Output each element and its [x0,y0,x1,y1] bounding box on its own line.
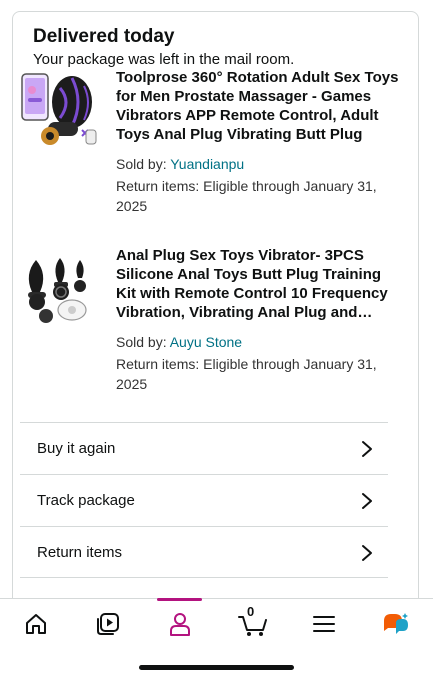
menu-icon [313,616,335,632]
item-details: Anal Plug Sex Toys Vibrator- 3PCS Silico… [116,246,401,394]
seller-link[interactable]: Auyu Stone [170,334,242,350]
sold-by-label: Sold by: [116,334,170,350]
return-items-row[interactable]: Return items [20,526,388,578]
person-icon [170,613,190,636]
nav-account[interactable] [160,609,200,639]
rufus-assistant-icon [384,613,408,634]
order-actions: Buy it again Track package Return items [20,422,388,578]
delivery-status-title: Delivered today [33,26,175,47]
sold-by: Sold by: Auyu Stone [116,332,401,352]
home-indicator [139,665,294,670]
active-tab-indicator [157,598,202,601]
home-icon [26,614,46,634]
product-image[interactable] [20,68,102,150]
product-title[interactable]: Anal Plug Sex Toys Vibrator- 3PCS Silico… [116,246,401,322]
track-package-row[interactable]: Track package [20,474,388,526]
nav-rufus[interactable] [376,609,416,639]
return-items-label: Return items [37,543,123,561]
delivery-status-subtitle: Your package was left in the mail room. [33,51,295,68]
nav-video[interactable] [88,609,128,639]
sold-by: Sold by: Yuandianpu [116,154,401,174]
product-image[interactable] [20,246,102,328]
chevron-right-icon [362,493,372,509]
chevron-right-icon [362,545,372,561]
return-eligibility: Return items: Eligible through January 3… [116,178,377,214]
track-package-label: Track package [37,492,135,509]
chevron-right-icon [362,441,372,457]
return-eligibility: Return items: Eligible through January 3… [116,356,377,392]
buy-again-row[interactable]: Buy it again [20,422,388,474]
seller-link[interactable]: Yuandianpu [170,156,244,172]
cart-count-badge: 0 [247,604,255,619]
buy-again-label: Buy it again [37,440,116,457]
nav-menu[interactable] [304,609,344,639]
item-details: Toolprose 360° Rotation Adult Sex Toys f… [116,68,401,216]
product-title[interactable]: Toolprose 360° Rotation Adult Sex Toys f… [116,68,401,144]
nav-cart[interactable]: 0 [233,604,273,639]
video-play-icon [97,613,119,635]
order-status-header: Delivered today Your package was left in… [33,26,294,70]
sold-by-label: Sold by: [116,156,171,172]
nav-home[interactable] [16,609,56,639]
